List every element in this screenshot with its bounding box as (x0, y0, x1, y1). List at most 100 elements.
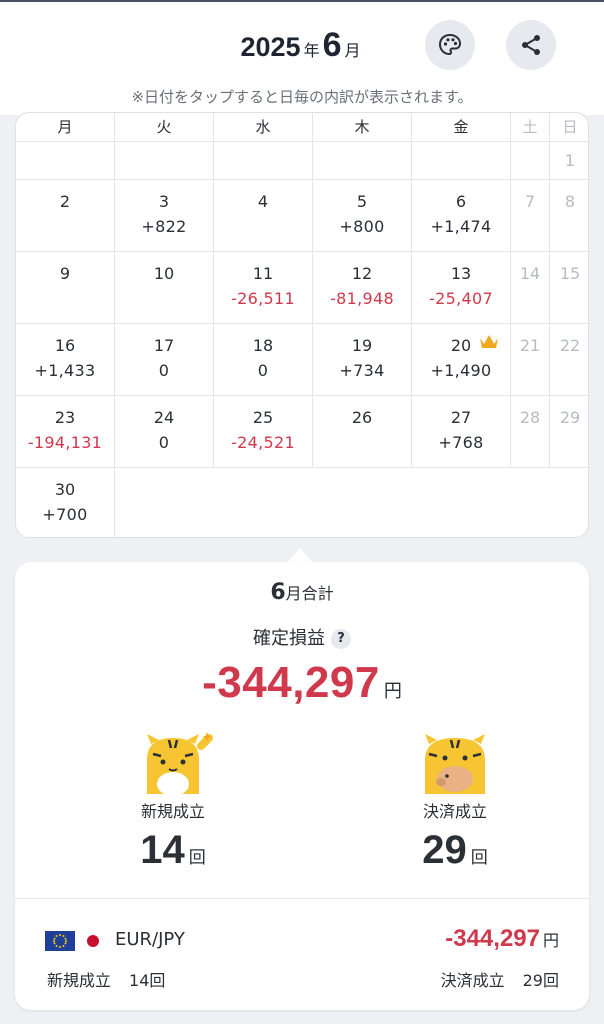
pair-new-label: 新規成立 (47, 971, 112, 990)
calendar-day-cell[interactable]: 7 (511, 180, 550, 251)
day-profit-loss: 0 (257, 361, 269, 380)
calendar-day-cell[interactable]: 13 -25,407 (412, 252, 511, 323)
hint-text: ※日付をタップすると日毎の内訳が表示されます。 (131, 88, 473, 106)
palette-icon (438, 33, 462, 56)
day-number: 25 (252, 408, 274, 427)
day-profit-loss: +734 (339, 361, 385, 380)
calendar-day-cell[interactable]: 10 (115, 252, 214, 323)
share-button[interactable] (506, 20, 556, 70)
currency-pair-row[interactable]: EUR/JPY -344,297 円 新規成立 14回 決済成立 29回 (15, 898, 589, 1010)
calendar-day-cell[interactable]: 30 +700 (16, 468, 115, 537)
year-number: 2025 (240, 32, 301, 62)
calendar-empty-cell (16, 142, 115, 179)
day-number: 13 (450, 264, 472, 283)
calendar-day-cell[interactable]: 26 (313, 396, 412, 467)
day-number: 24 (153, 408, 175, 427)
palette-button[interactable] (425, 20, 475, 70)
day-profit-loss: -81,948 (330, 289, 394, 308)
weekday-wed: 水 (214, 113, 313, 141)
help-icon[interactable]: ? (331, 629, 351, 649)
day-number: 27 (450, 408, 472, 427)
calendar-day-cell[interactable]: 5 +800 (313, 180, 412, 251)
summary-month: 6 (270, 580, 286, 605)
calendar-day-cell[interactable]: 4 (214, 180, 313, 251)
day-profit-loss: -26,511 (231, 289, 295, 308)
day-number: 12 (351, 264, 373, 283)
tiger-mascot-sparkle-icon (147, 732, 213, 794)
calendar-day-cell[interactable]: 23 -194,131 (16, 396, 115, 467)
calendar-week-row: 2 3 +822 4 5 +800 6 +1,474 7 8 (16, 179, 588, 251)
day-number: 15 (559, 264, 581, 283)
calendar-day-cell[interactable]: 20 +1,490 (412, 324, 511, 395)
weekday-mon: 月 (16, 113, 115, 141)
total-pl-unit: 円 (383, 681, 402, 702)
day-profit-loss: +768 (438, 433, 484, 452)
calendar-empty-cell (115, 142, 214, 179)
calendar-day-cell[interactable]: 12 -81,948 (313, 252, 412, 323)
calendar-day-cell[interactable]: 15 (550, 252, 588, 323)
new-trades-unit: 回 (188, 848, 206, 868)
calendar-week-row: 23 -194,131 24 0 25 -24,521 26 27 +768 28 29 (16, 395, 588, 467)
calendar-day-cell[interactable]: 6 +1,474 (412, 180, 511, 251)
calendar-day-cell[interactable]: 24 0 (115, 396, 214, 467)
calendar-day-cell[interactable]: 25 -24,521 (214, 396, 313, 467)
crown-icon (480, 335, 498, 348)
calendar-day-cell[interactable]: 21 (511, 324, 550, 395)
calendar-day-cell[interactable]: 17 0 (115, 324, 214, 395)
calendar-week-row: 9 10 11 -26,511 12 -81,948 13 -25,407 14 15 (16, 251, 588, 323)
pair-closed-trades: 決済成立 29回 (441, 967, 559, 991)
pair-pl-value: -344,297 (445, 925, 540, 952)
weekday-thu: 木 (313, 113, 412, 141)
closed-trades-count: 29 回 (355, 828, 555, 873)
calendar-day-cell[interactable]: 22 (550, 324, 588, 395)
day-profit-loss: +800 (339, 217, 385, 236)
closed-trades-stat: 決済成立 29 回 (355, 732, 555, 873)
day-profit-loss: +1,474 (430, 217, 492, 236)
pair-name: EUR/JPY (115, 929, 185, 950)
day-profit-loss: +822 (141, 217, 187, 236)
calendar-day-cell[interactable]: 16 +1,433 (16, 324, 115, 395)
summary-title-text: 月合計 (285, 584, 334, 603)
calendar-day-cell[interactable]: 28 (511, 396, 550, 467)
calendar-day-cell[interactable]: 11 -26,511 (214, 252, 313, 323)
pair-pl: -344,297 円 (445, 925, 559, 953)
calendar-day-cell[interactable]: 9 (16, 252, 115, 323)
day-number: 7 (524, 192, 536, 211)
calendar-day-cell[interactable]: 19 +734 (313, 324, 412, 395)
calendar-day-cell[interactable]: 2 (16, 180, 115, 251)
pair-new-trades: 新規成立 14回 (47, 967, 165, 991)
day-profit-loss: -25,407 (429, 289, 493, 308)
closed-trades-unit: 回 (470, 848, 488, 868)
day-profit-loss: +700 (42, 505, 88, 524)
calendar-day-cell[interactable]: 29 (550, 396, 588, 467)
day-number: 28 (519, 408, 541, 427)
pair-close-count: 29回 (522, 971, 559, 990)
weekday-sun: 日 (562, 118, 578, 136)
day-number: 10 (153, 264, 175, 283)
monthly-summary: 6月合計 確定損益? -344,297 円 新規成立 14 回 決済成立 29 … (15, 562, 589, 1010)
total-pl: -344,297 円 (15, 658, 589, 708)
new-trades-number: 14 (140, 828, 185, 872)
closed-trades-label: 決済成立 (422, 802, 487, 821)
calendar-day-cell[interactable]: 1 (550, 142, 588, 179)
day-number: 2 (59, 192, 71, 211)
tiger-mascot-piggybank-icon (425, 734, 485, 794)
header: 2025 年6 月 ※日付をタップすると日毎の内訳が表示されます。 (0, 0, 604, 115)
day-number: 1 (564, 151, 576, 170)
japan-flag-icon (87, 935, 99, 947)
day-number: 8 (564, 192, 576, 211)
calendar-day-cell[interactable]: 14 (511, 252, 550, 323)
calendar-week-row: 1 (16, 141, 588, 179)
year-unit: 年 (303, 43, 320, 60)
day-number: 29 (559, 408, 581, 427)
day-number: 22 (559, 336, 581, 355)
calendar-day-cell[interactable]: 18 0 (214, 324, 313, 395)
day-profit-loss: 0 (158, 361, 170, 380)
pair-close-label: 決済成立 (440, 971, 505, 990)
calendar-day-cell[interactable]: 3 +822 (115, 180, 214, 251)
eu-flag-icon (45, 931, 75, 951)
calendar-day-cell[interactable]: 8 (550, 180, 588, 251)
calendar-day-cell[interactable]: 27 +768 (412, 396, 511, 467)
summary-pointer (288, 548, 312, 562)
day-number: 19 (351, 336, 373, 355)
